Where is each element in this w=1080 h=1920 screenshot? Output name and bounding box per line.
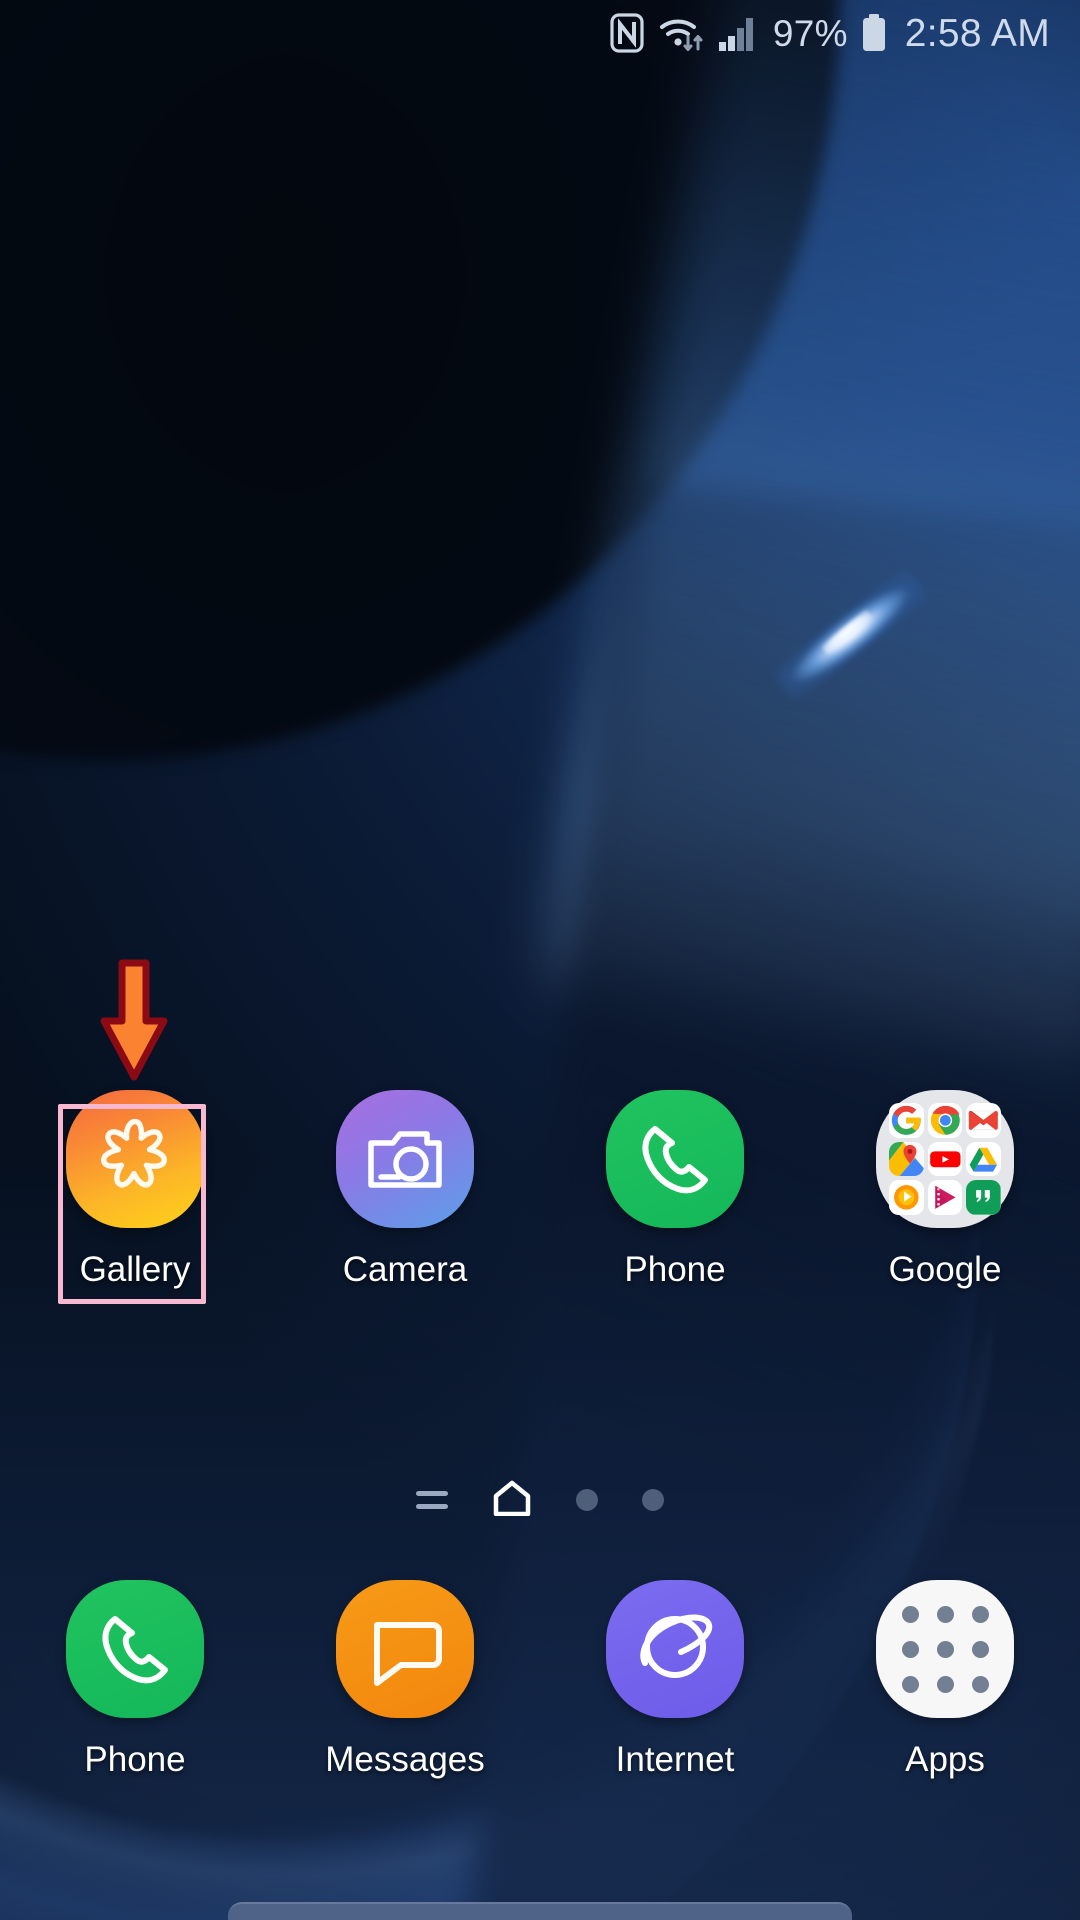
battery-percent-label: 97% <box>772 12 848 54</box>
google-search-icon <box>889 1103 924 1138</box>
chrome-icon <box>927 1103 963 1138</box>
app-folder-google[interactable]: Google <box>810 1090 1080 1380</box>
dock-apps-icon-wrap <box>876 1580 1014 1718</box>
maps-icon <box>889 1141 924 1177</box>
dock-label-phone: Phone <box>84 1740 186 1779</box>
apps-grid-icon <box>876 1580 1014 1718</box>
app-label-google: Google <box>888 1250 1002 1289</box>
app-icon-camera[interactable]: Camera <box>270 1090 540 1380</box>
home-page-icon[interactable] <box>492 1480 532 1521</box>
play-movies-icon <box>927 1180 963 1215</box>
camera-icon <box>336 1090 474 1228</box>
menu-lines-icon[interactable] <box>416 1491 448 1509</box>
bottom-panel-sliver[interactable] <box>228 1902 852 1920</box>
app-label-camera: Camera <box>342 1250 468 1289</box>
dock-item-internet[interactable]: Internet <box>540 1580 810 1870</box>
home-app-row: Gallery Camera Phone Google <box>0 1090 1080 1380</box>
messages-icon <box>336 1580 474 1718</box>
dock-label-internet: Internet <box>615 1740 735 1779</box>
signal-icon <box>718 13 760 53</box>
app-icon-phone-home[interactable]: Phone <box>540 1090 810 1380</box>
down-arrow-pointer-icon <box>98 959 170 1085</box>
dock-label-apps: Apps <box>905 1740 985 1779</box>
google-folder-icon <box>876 1090 1014 1228</box>
dock-internet-icon-wrap <box>606 1580 744 1718</box>
gmail-icon <box>966 1103 1001 1138</box>
page-dot-3[interactable] <box>642 1489 664 1511</box>
dock-item-apps[interactable]: Apps <box>810 1580 1080 1870</box>
dock: Phone Messages Internet Apps <box>0 1580 1080 1870</box>
dock-messages-icon-wrap <box>336 1580 474 1718</box>
camera-icon-wrap <box>336 1090 474 1228</box>
phone-icon <box>66 1580 204 1718</box>
internet-icon <box>606 1580 744 1718</box>
dock-label-messages: Messages <box>325 1740 485 1779</box>
gallery-icon <box>66 1090 204 1228</box>
youtube-icon <box>927 1141 963 1177</box>
drive-icon <box>966 1141 1001 1177</box>
wifi-icon <box>657 13 705 53</box>
play-music-icon <box>889 1180 924 1215</box>
app-label-phone-home: Phone <box>624 1250 726 1289</box>
phone-icon-wrap <box>606 1090 744 1228</box>
hangouts-icon <box>966 1180 1001 1215</box>
app-icon-gallery[interactable]: Gallery <box>0 1090 270 1380</box>
apps-grid-dots <box>901 1605 989 1693</box>
dock-item-messages[interactable]: Messages <box>270 1580 540 1870</box>
clock-label: 2:58 AM <box>904 11 1050 55</box>
app-label-gallery: Gallery <box>79 1250 191 1289</box>
status-bar[interactable]: 97% 2:58 AM <box>0 0 1080 66</box>
dock-phone-icon-wrap <box>66 1580 204 1718</box>
gallery-icon-wrap <box>66 1090 204 1228</box>
page-dot-2[interactable] <box>576 1489 598 1511</box>
nfc-icon <box>610 13 644 53</box>
google-folder-wrap <box>876 1090 1014 1228</box>
page-indicator <box>0 1470 1080 1530</box>
dock-item-phone[interactable]: Phone <box>0 1580 270 1870</box>
battery-icon <box>861 13 887 53</box>
phone-icon <box>606 1090 744 1228</box>
